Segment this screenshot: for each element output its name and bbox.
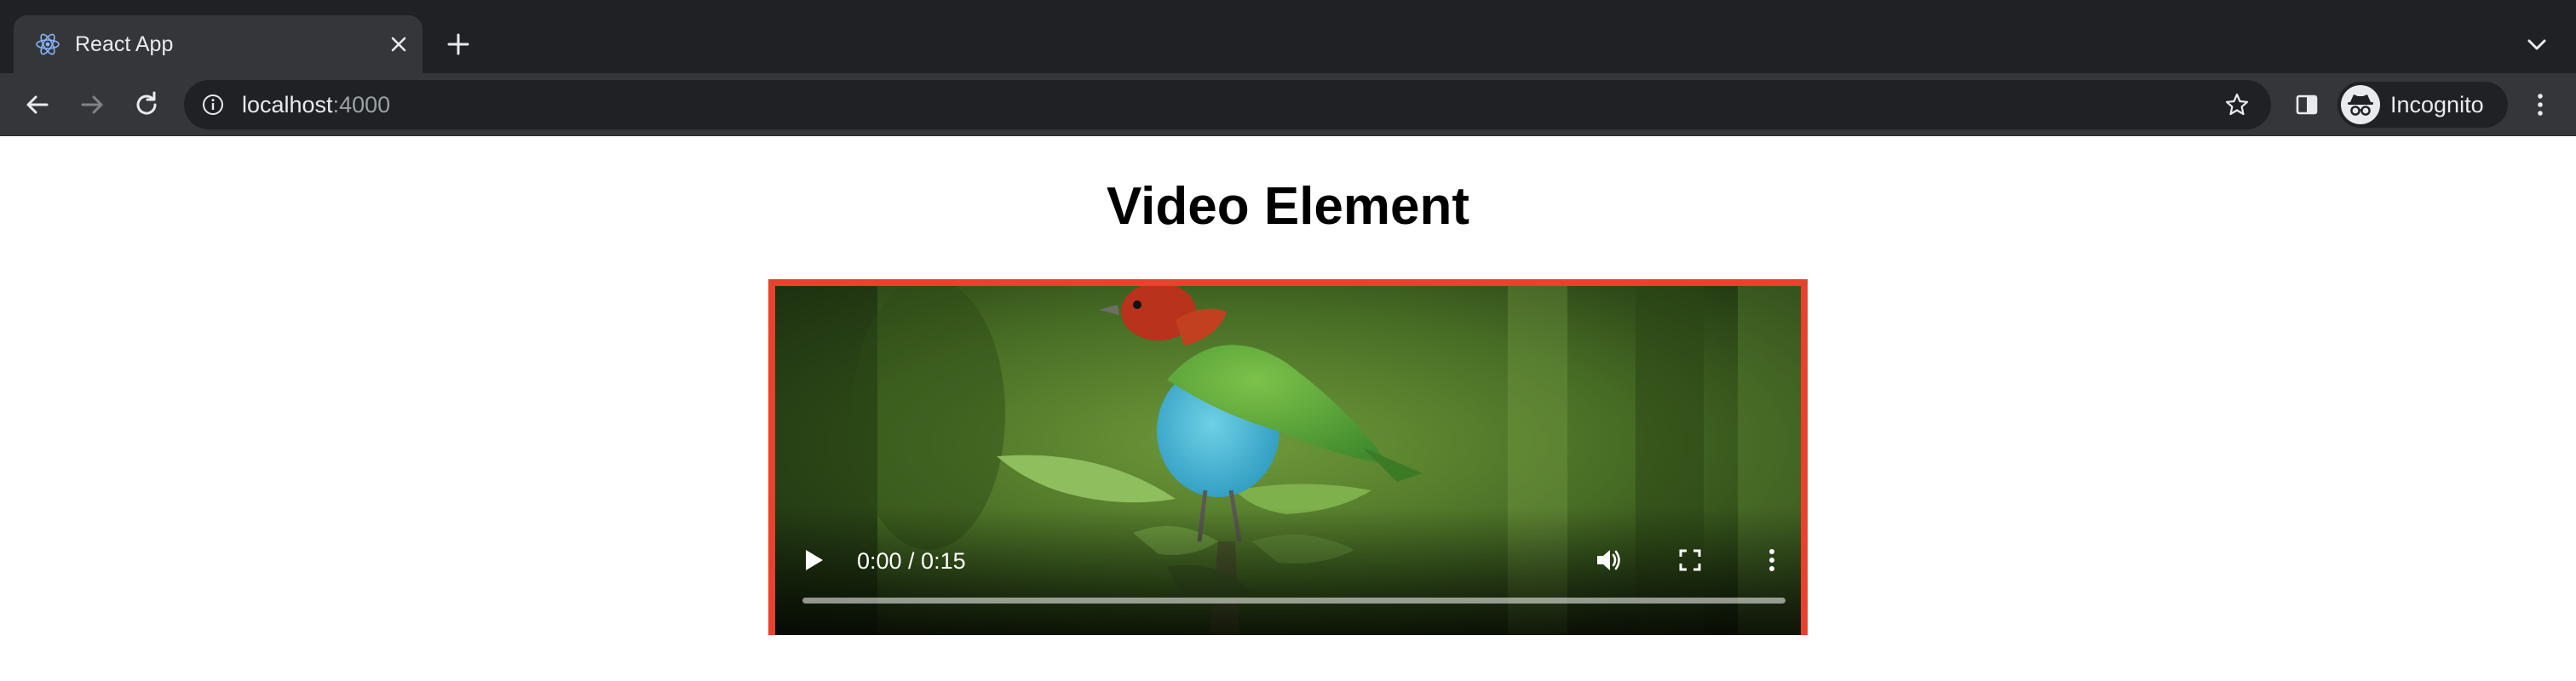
- fullscreen-icon[interactable]: [1673, 543, 1707, 577]
- back-arrow-icon[interactable]: [20, 88, 55, 122]
- reload-icon[interactable]: [129, 88, 164, 122]
- star-icon[interactable]: [2223, 91, 2251, 118]
- avatar: [2341, 85, 2380, 124]
- browser-tab[interactable]: React App: [14, 15, 423, 73]
- video-border: 0:00 / 0:15: [768, 279, 1808, 635]
- url-text: localhost:4000: [242, 91, 390, 118]
- address-bar[interactable]: localhost:4000: [184, 80, 2271, 129]
- kebab-menu-icon[interactable]: [2523, 88, 2557, 122]
- chevron-down-icon[interactable]: [2521, 29, 2552, 60]
- time-display: 0:00 / 0:15: [857, 548, 966, 574]
- video-player[interactable]: 0:00 / 0:15: [775, 286, 1801, 635]
- volume-icon[interactable]: [1591, 543, 1625, 577]
- side-panel-icon[interactable]: [2290, 88, 2324, 122]
- tab-strip: React App: [0, 0, 2576, 73]
- profile-label: Incognito: [2390, 92, 2484, 117]
- video-progress-bar[interactable]: [802, 598, 1785, 604]
- incognito-profile-button[interactable]: Incognito: [2337, 82, 2508, 128]
- url-port: :4000: [332, 92, 391, 117]
- play-icon[interactable]: [796, 543, 830, 577]
- forward-arrow-icon[interactable]: [75, 88, 109, 122]
- react-logo-icon: [36, 33, 60, 55]
- info-icon[interactable]: [201, 93, 225, 117]
- incognito-icon: [2348, 94, 2373, 116]
- page-title: Video Element: [1106, 177, 1470, 236]
- page-content: Video Element 0:00 / 0:15: [0, 136, 2576, 681]
- url-host: localhost: [242, 92, 333, 117]
- browser-toolbar: localhost:4000 Incognito: [0, 73, 2576, 136]
- tab-title: React App: [75, 32, 174, 56]
- more-options-icon[interactable]: [1755, 543, 1789, 577]
- plus-icon[interactable]: [443, 29, 474, 60]
- close-icon[interactable]: [385, 31, 412, 58]
